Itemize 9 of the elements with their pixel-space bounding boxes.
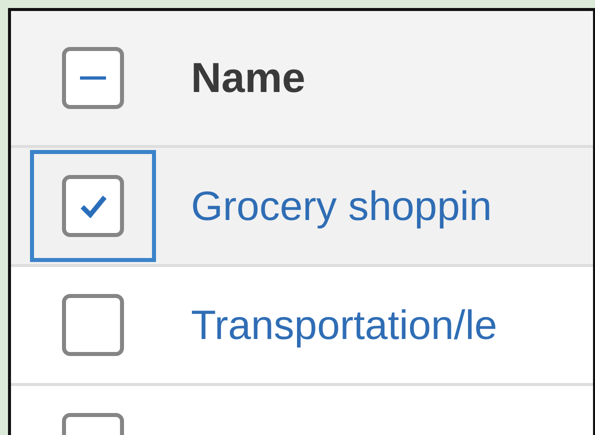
column-header[interactable]: Name — [191, 54, 306, 102]
list-row[interactable]: Grocery shoppin — [11, 148, 593, 267]
checkbox[interactable] — [62, 294, 124, 356]
check-icon — [78, 194, 108, 218]
minus-icon — [80, 76, 106, 80]
item-link[interactable]: Transportation/le — [191, 302, 498, 348]
item-link[interactable]: Grocery shoppin — [191, 182, 492, 230]
checkbox[interactable] — [62, 175, 124, 237]
checkbox[interactable] — [62, 47, 124, 109]
